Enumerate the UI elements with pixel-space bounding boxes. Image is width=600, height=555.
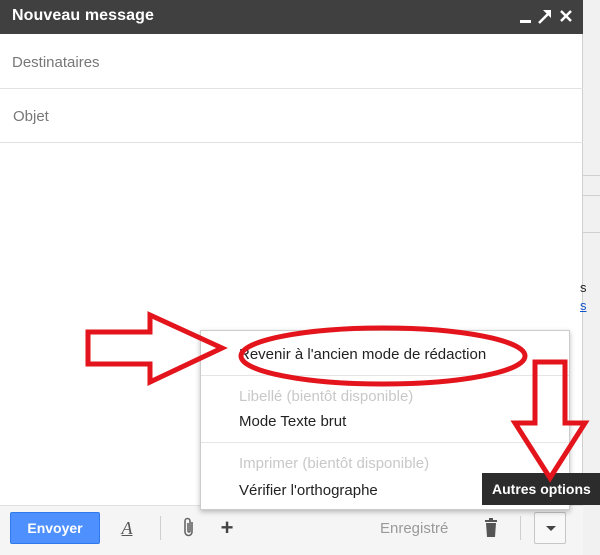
menu-item-plain-text[interactable]: Mode Texte brut: [239, 413, 346, 430]
trash-icon[interactable]: [480, 512, 502, 544]
menu-separator: [201, 442, 569, 443]
background-divider: [583, 195, 600, 196]
recipients-field[interactable]: Destinataires: [0, 36, 583, 89]
menu-item-old-compose[interactable]: Revenir à l'ancien mode de rédaction: [239, 346, 486, 363]
background-text-fragment: s: [580, 280, 587, 295]
background-divider: [583, 175, 600, 176]
menu-item-print: Imprimer (bientôt disponible): [239, 455, 430, 472]
paperclip-icon[interactable]: [178, 512, 200, 544]
subject-placeholder: Objet: [13, 108, 49, 125]
recipients-placeholder: Destinataires: [12, 54, 100, 71]
insert-button[interactable]: +: [216, 512, 238, 544]
saved-status: Enregistré: [380, 520, 449, 537]
background-link-fragment: s: [580, 298, 587, 313]
send-button[interactable]: Envoyer: [10, 512, 100, 544]
formatting-options-button[interactable]: A: [116, 512, 138, 544]
menu-item-label: Libellé (bientôt disponible): [239, 388, 414, 405]
compose-toolbar: Envoyer A + Enregistré: [0, 505, 583, 555]
background-divider: [583, 232, 600, 233]
toolbar-separator: [520, 516, 521, 540]
toolbar-separator: [160, 516, 161, 540]
minimize-icon[interactable]: [517, 5, 535, 27]
more-options-tooltip: Autres options: [482, 473, 600, 505]
compose-title-bar: Nouveau message: [0, 0, 583, 34]
menu-item-spellcheck[interactable]: Vérifier l'orthographe: [239, 482, 378, 499]
more-options-button[interactable]: [534, 512, 566, 544]
menu-separator: [201, 375, 569, 376]
subject-field[interactable]: Objet: [0, 90, 583, 143]
background-page-strip: [583, 0, 600, 555]
compose-title: Nouveau message: [12, 7, 155, 24]
caret-down-icon: [546, 526, 556, 531]
close-icon[interactable]: [557, 5, 575, 27]
popout-icon[interactable]: [536, 5, 554, 27]
